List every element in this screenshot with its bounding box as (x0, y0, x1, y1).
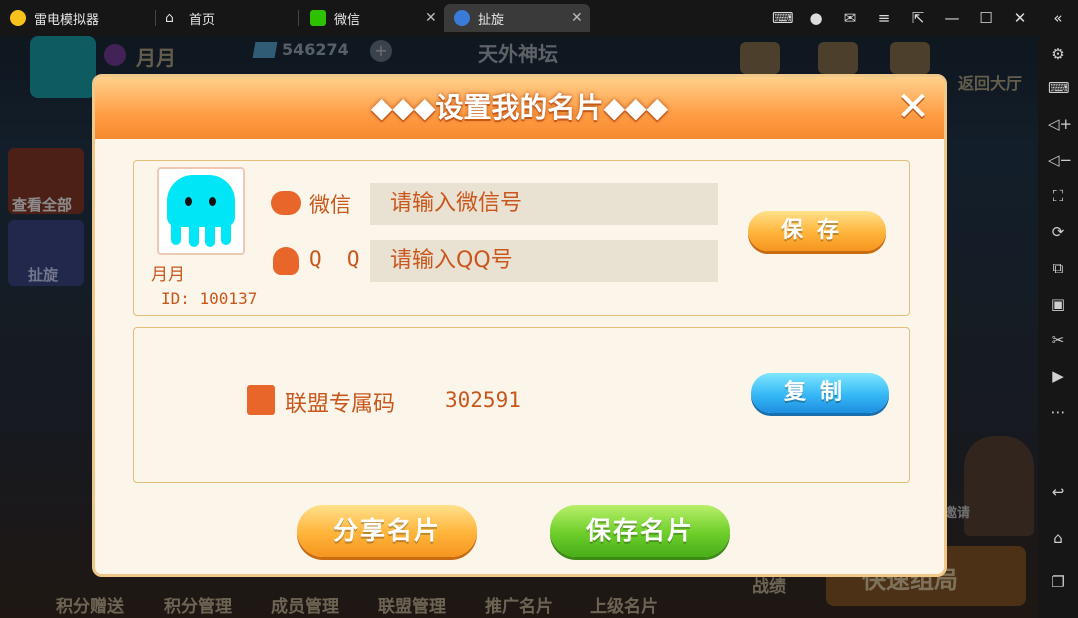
copy-button[interactable]: 复制 (751, 373, 889, 413)
wechat-input[interactable]: 请输入微信号 (370, 183, 718, 225)
save-button[interactable]: 保存 (748, 211, 886, 251)
video-icon[interactable]: ▶ (1048, 366, 1068, 386)
home-nav-icon[interactable]: ⌂ (1048, 528, 1068, 548)
keyboard-icon[interactable]: ⌨ (1048, 78, 1070, 98)
avatar-eye (209, 197, 216, 206)
user-icon[interactable]: ● (806, 8, 826, 28)
menu-icon[interactable]: ≡ (874, 8, 894, 28)
tab-wechat-label: 微信 (334, 12, 361, 28)
minimize-icon[interactable]: — (942, 8, 962, 28)
tab-wechat[interactable]: 微信 (310, 4, 440, 32)
volume-down-icon[interactable]: ◁− (1048, 150, 1072, 170)
volume-up-icon[interactable]: ◁+ (1048, 114, 1072, 134)
profile-id: ID: 100137 (161, 289, 258, 308)
recent-apps-icon[interactable]: ❐ (1048, 572, 1068, 592)
gamepad-icon[interactable]: ⌨ (772, 8, 794, 28)
avatar (157, 167, 245, 255)
close-window-icon[interactable]: ✕ (1010, 8, 1030, 28)
share-card-button[interactable]: 分享名片 (297, 505, 477, 557)
close-tab-icon[interactable]: ✕ (425, 10, 437, 26)
avatar-tentacle (171, 225, 181, 245)
qq-label: Q Q (309, 247, 360, 271)
collapse-sidebar-icon[interactable]: « (1048, 8, 1068, 28)
game-tab-icon (454, 10, 470, 26)
record-icon[interactable]: ⟳ (1048, 222, 1068, 242)
save-card-button[interactable]: 保存名片 (550, 505, 730, 557)
emulator-sidebar: ⚙ ⌨ ◁+ ◁− ⛶ ⟳ ⧉ ▣ ✂ ▶ ⋯ ↩ ⌂ ❐ (1038, 36, 1078, 618)
wechat-icon (271, 191, 301, 215)
tab-separator (155, 10, 156, 26)
alliance-code-value: 302591 (445, 388, 521, 412)
profile-name: 月月 (151, 265, 185, 285)
app-name: 雷电模拟器 (34, 12, 100, 28)
add-window-icon[interactable]: ⧉ (1048, 258, 1068, 278)
settings-icon[interactable]: ⚙ (1048, 44, 1068, 64)
avatar-head (167, 175, 235, 227)
scissors-icon[interactable]: ✂ (1048, 330, 1068, 350)
restore-icon[interactable]: ⇱ (908, 8, 928, 28)
tab-home[interactable]: ⌂ 首页 (165, 4, 295, 32)
tab-home-label: 首页 (189, 12, 216, 28)
avatar-tentacle (189, 225, 199, 247)
app-title: 雷电模拟器 (10, 4, 99, 32)
qr-code-icon (247, 385, 275, 415)
more-icon[interactable]: ⋯ (1048, 402, 1068, 422)
mail-icon[interactable]: ✉ (840, 8, 860, 28)
close-icon[interactable]: ✕ (895, 87, 931, 127)
screenshot-icon[interactable]: ⛶ (1048, 186, 1068, 206)
avatar-eye (185, 197, 192, 206)
qq-input[interactable]: 请输入QQ号 (370, 240, 718, 282)
back-icon[interactable]: ↩ (1048, 482, 1068, 502)
apk-icon[interactable]: ▣ (1048, 294, 1068, 314)
home-icon: ⌂ (165, 10, 174, 26)
tab-game-label: 扯旋 (478, 12, 505, 28)
tab-separator (298, 10, 299, 26)
qq-penguin-icon (273, 247, 299, 275)
wechat-icon (310, 10, 326, 26)
leidian-logo-icon (10, 10, 26, 26)
emulator-titlebar: 雷电模拟器 ⌂ 首页 微信 ✕ 扯旋 ✕ ⌨ ● ✉ ≡ ⇱ — ☐ ✕ « (0, 0, 1078, 37)
avatar-tentacle (205, 225, 215, 247)
wechat-label: 微信 (309, 193, 351, 217)
maximize-icon[interactable]: ☐ (976, 8, 996, 28)
close-tab-icon[interactable]: ✕ (571, 10, 583, 26)
alliance-code-label: 联盟专属码 (285, 392, 396, 417)
avatar-tentacle (221, 225, 231, 245)
tab-game[interactable]: 扯旋 (444, 4, 590, 32)
set-card-modal: ◆◆◆设置我的名片◆◆◆ ✕ 月月 ID: 100137 微信 请输入微信号 Q… (92, 74, 947, 577)
modal-title: ◆◆◆设置我的名片◆◆◆ (370, 91, 669, 124)
